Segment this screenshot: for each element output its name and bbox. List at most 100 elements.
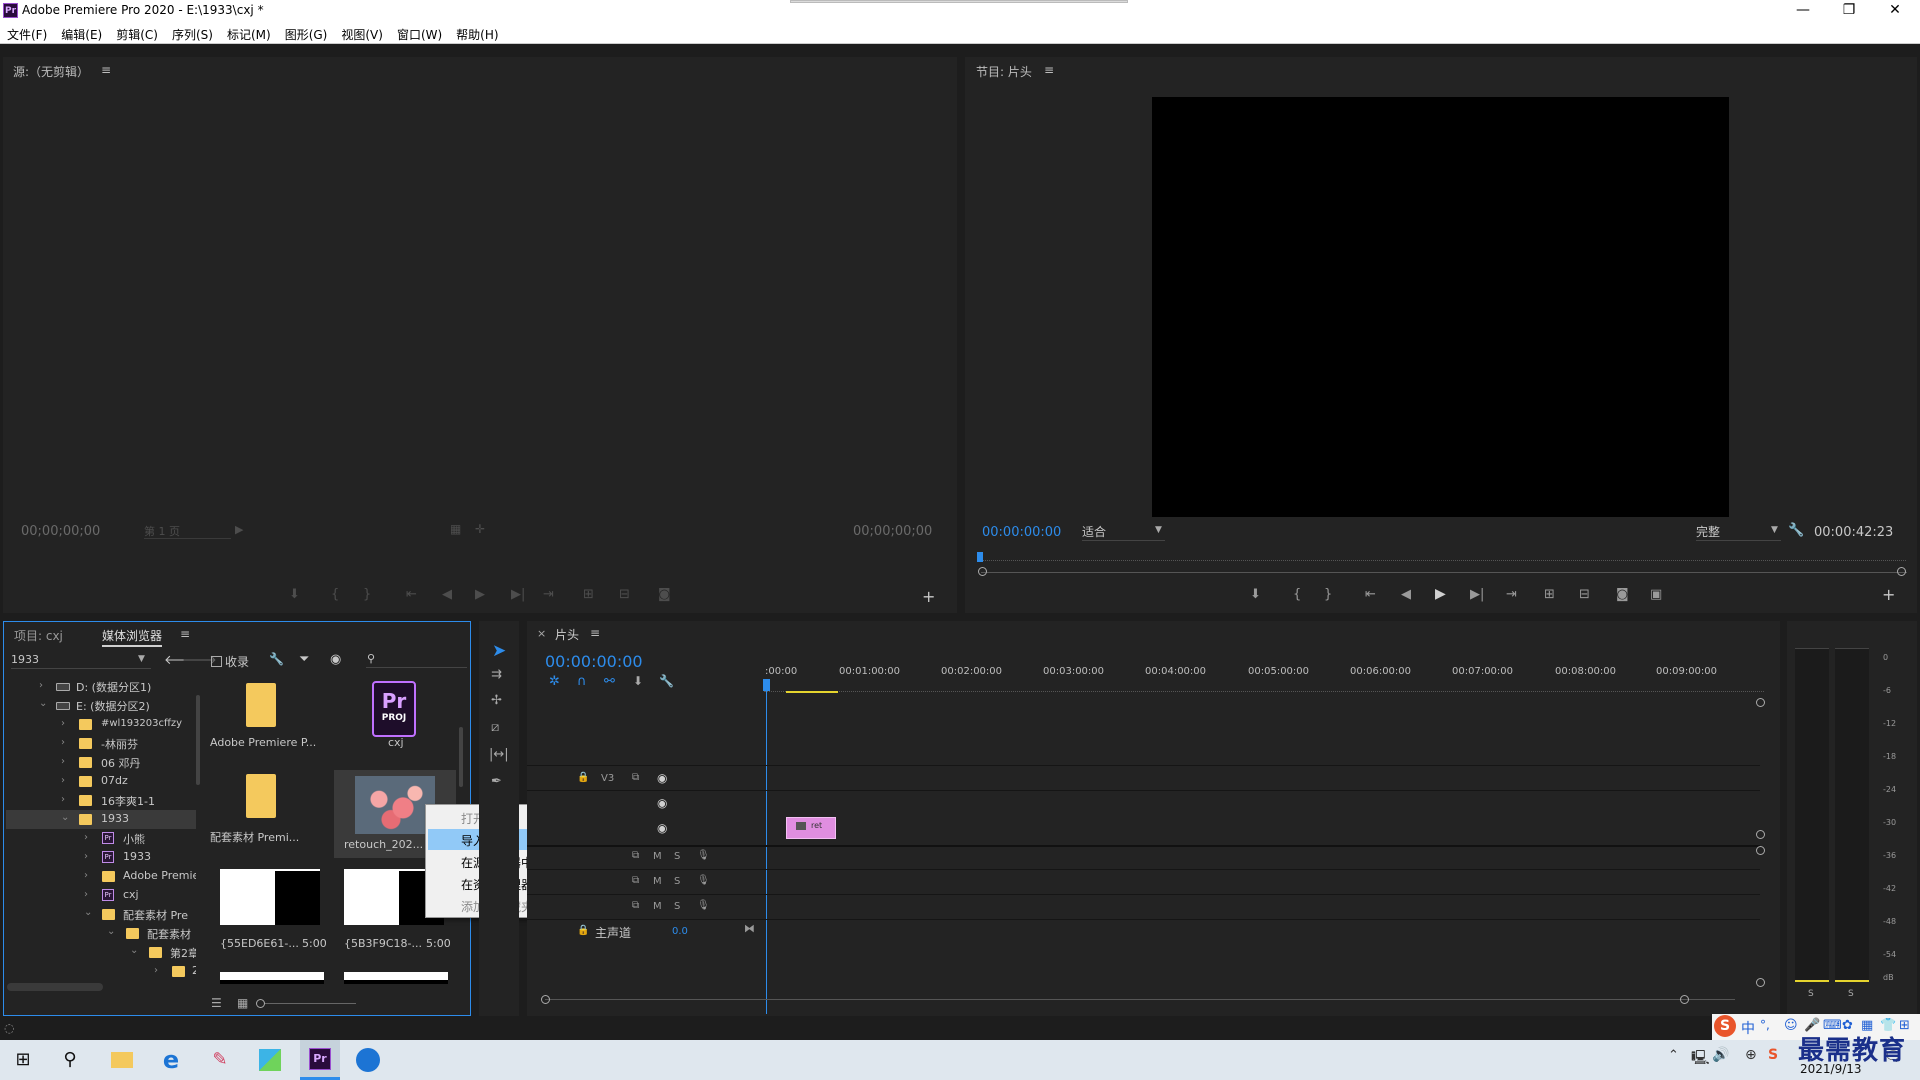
chevron-right-icon[interactable]: › <box>61 718 65 729</box>
thumb-video[interactable]: {55ED6E61-... 5:00 <box>210 869 327 950</box>
chevron-right-icon[interactable]: › <box>154 965 158 976</box>
lock-icon[interactable]: 🔒 <box>577 925 589 936</box>
source-insert-icon[interactable]: ⊞ <box>583 587 594 602</box>
tree-item-folder[interactable]: › 06 邓丹 <box>6 753 196 772</box>
tree-item-folder[interactable]: › 07dz <box>6 772 196 791</box>
program-fit-select[interactable]: 适合 <box>1082 523 1165 541</box>
chevron-down-icon[interactable]: ⌄ <box>39 698 47 709</box>
edge-browser-icon[interactable]: e <box>156 1045 186 1075</box>
mute-button[interactable]: M <box>653 851 662 862</box>
restore-button[interactable]: ❐ <box>1826 0 1872 22</box>
selection-tool-icon[interactable]: ➤ <box>492 641 506 661</box>
lock-icon[interactable]: 🔒 <box>577 772 589 783</box>
solo-button[interactable]: S <box>674 876 680 887</box>
tree-item-project[interactable]: › Pr 小熊 <box>6 829 196 848</box>
tree-item-d-drive[interactable]: › D: (数据分区1) <box>6 677 196 696</box>
source-add-marker-icon[interactable]: ⬇ <box>289 587 300 602</box>
tree-item-folder[interactable]: ⌄ 配套素材 <box>6 924 196 943</box>
timeline-settings-wrench-icon[interactable]: 🔧 <box>659 674 674 688</box>
mic-icon[interactable]: 🎙 <box>697 875 710 886</box>
program-go-to-out-icon[interactable]: ⇥ <box>1506 587 1517 602</box>
chevron-right-icon[interactable]: › <box>84 889 88 900</box>
program-timecode[interactable]: 00:00:00:00 <box>982 525 1061 540</box>
source-monitor-title[interactable]: 源:（无剪辑） <box>13 63 89 80</box>
location-dropdown[interactable]: 1933 <box>11 653 151 669</box>
add-marker-icon[interactable]: ⬇ <box>633 674 643 688</box>
program-step-forward-icon[interactable]: ▶| <box>1470 587 1484 602</box>
taskbar-active-app[interactable]: Pr <box>300 1040 340 1080</box>
menu-sequence[interactable]: 序列(S) <box>165 22 220 43</box>
chevron-down-icon[interactable]: ⌄ <box>107 926 115 937</box>
ime-punct[interactable]: °, <box>1760 1018 1770 1032</box>
show-hidden-icons-icon[interactable]: ⌃ <box>1668 1048 1679 1063</box>
ime-language[interactable]: 中 <box>1741 1018 1755 1038</box>
view-eye-icon[interactable]: ◉ <box>330 652 341 667</box>
sync-lock-icon[interactable]: ⧉ <box>632 900 639 911</box>
source-timecode-left[interactable]: 00;00;00;00 <box>21 524 100 539</box>
chevron-right-icon[interactable]: › <box>61 775 65 786</box>
file-explorer-icon[interactable] <box>107 1045 137 1075</box>
menu-clip[interactable]: 剪辑(C) <box>109 22 165 43</box>
sync-lock-icon[interactable]: ⧉ <box>632 772 639 783</box>
program-quality-select[interactable]: 完整 <box>1696 523 1781 541</box>
solo-left-button[interactable]: S <box>1808 989 1814 999</box>
program-zoom-left-handle[interactable] <box>978 567 987 576</box>
horizontal-zoom-bar[interactable] <box>545 999 1735 1000</box>
tree-item-folder[interactable]: › 2 <box>6 962 196 981</box>
program-mark-in-icon[interactable]: { <box>1293 587 1301 602</box>
razor-tool-icon[interactable]: ⧄ <box>491 720 499 735</box>
vertical-scroll-handle[interactable] <box>1756 698 1765 707</box>
program-lift-icon[interactable]: ⊞ <box>1544 587 1555 602</box>
source-step-forward-icon[interactable]: ▶| <box>511 587 525 602</box>
timeline-tab[interactable]: 片头 <box>555 626 579 643</box>
go-to-end-icon[interactable]: ⧓ <box>744 922 755 935</box>
horizontal-zoom-left-handle[interactable] <box>541 995 550 1004</box>
tab-project[interactable]: 项目: cxj <box>14 627 63 644</box>
zoom-slider-handle[interactable] <box>256 999 265 1008</box>
filter-icon[interactable]: ⏷ <box>299 652 309 667</box>
menu-graphics[interactable]: 图形(G) <box>278 22 335 43</box>
pen-tool-icon[interactable]: ✒ <box>491 774 502 789</box>
timeline-timecode[interactable]: 00:00:00:00 <box>545 652 643 671</box>
thumb-video-partial[interactable] <box>344 972 448 984</box>
horizontal-zoom-right-handle[interactable] <box>1680 995 1689 1004</box>
eye-icon[interactable]: ◉ <box>657 771 667 785</box>
program-settings-wrench-icon[interactable]: 🔧 <box>1788 523 1804 538</box>
track-label-v3[interactable]: V3 <box>601 773 614 784</box>
program-step-back-icon[interactable]: ◀ <box>1401 587 1411 602</box>
snap-magnet-icon[interactable]: ∩ <box>577 674 587 689</box>
chevron-down-icon[interactable]: ⌄ <box>61 812 69 823</box>
source-overwrite-icon[interactable]: ⊟ <box>619 587 630 602</box>
close-button[interactable]: ✕ <box>1872 0 1918 22</box>
chevron-right-icon[interactable]: › <box>39 680 43 691</box>
search-input[interactable]: ⚲ <box>366 651 467 668</box>
program-compare-icon[interactable]: ▣ <box>1650 587 1662 602</box>
chevron-right-icon[interactable]: › <box>84 851 88 862</box>
tree-item-folder[interactable]: ⌄ 配套素材 Pre <box>6 905 196 924</box>
nest-icon[interactable]: ✲ <box>549 674 560 689</box>
tree-vertical-scrollbar[interactable] <box>196 695 200 785</box>
master-volume-value[interactable]: 0.0 <box>672 926 688 937</box>
linked-selection-icon[interactable]: ⚯ <box>604 674 615 689</box>
mic-icon[interactable]: 🎙 <box>697 850 710 861</box>
source-go-to-out-icon[interactable]: ⇥ <box>543 587 554 602</box>
sync-lock-icon[interactable]: ⧉ <box>632 850 639 861</box>
timeline-menu-icon[interactable]: ≡ <box>590 626 600 640</box>
list-view-icon[interactable]: ☰ <box>211 996 222 1010</box>
source-crosshair-icon[interactable]: ✛ <box>475 522 485 536</box>
program-export-frame-icon[interactable]: ◙ <box>1616 587 1629 602</box>
thumb-vertical-scrollbar[interactable] <box>459 727 463 787</box>
source-export-frame-icon[interactable]: ◙ <box>658 587 671 602</box>
vertical-scroll-handle[interactable] <box>1756 830 1765 839</box>
program-timeline-ruler[interactable] <box>978 551 1906 561</box>
chevron-right-icon[interactable]: › <box>84 832 88 843</box>
menu-markers[interactable]: 标记(M) <box>220 22 278 43</box>
program-add-marker-icon[interactable]: ⬇ <box>1250 587 1261 602</box>
source-monitor-menu-icon[interactable]: ≡ <box>101 63 111 77</box>
chevron-right-icon[interactable]: › <box>61 756 65 767</box>
slip-tool-icon[interactable]: |↔| <box>489 747 509 762</box>
chevron-down-icon[interactable]: ⌄ <box>130 945 138 956</box>
tree-item-folder[interactable]: ⌄ 第2章 <box>6 943 196 962</box>
windows-start-icon[interactable]: ⊞ <box>8 1045 38 1075</box>
program-monitor-title[interactable]: 节目: 片头 <box>976 63 1032 80</box>
